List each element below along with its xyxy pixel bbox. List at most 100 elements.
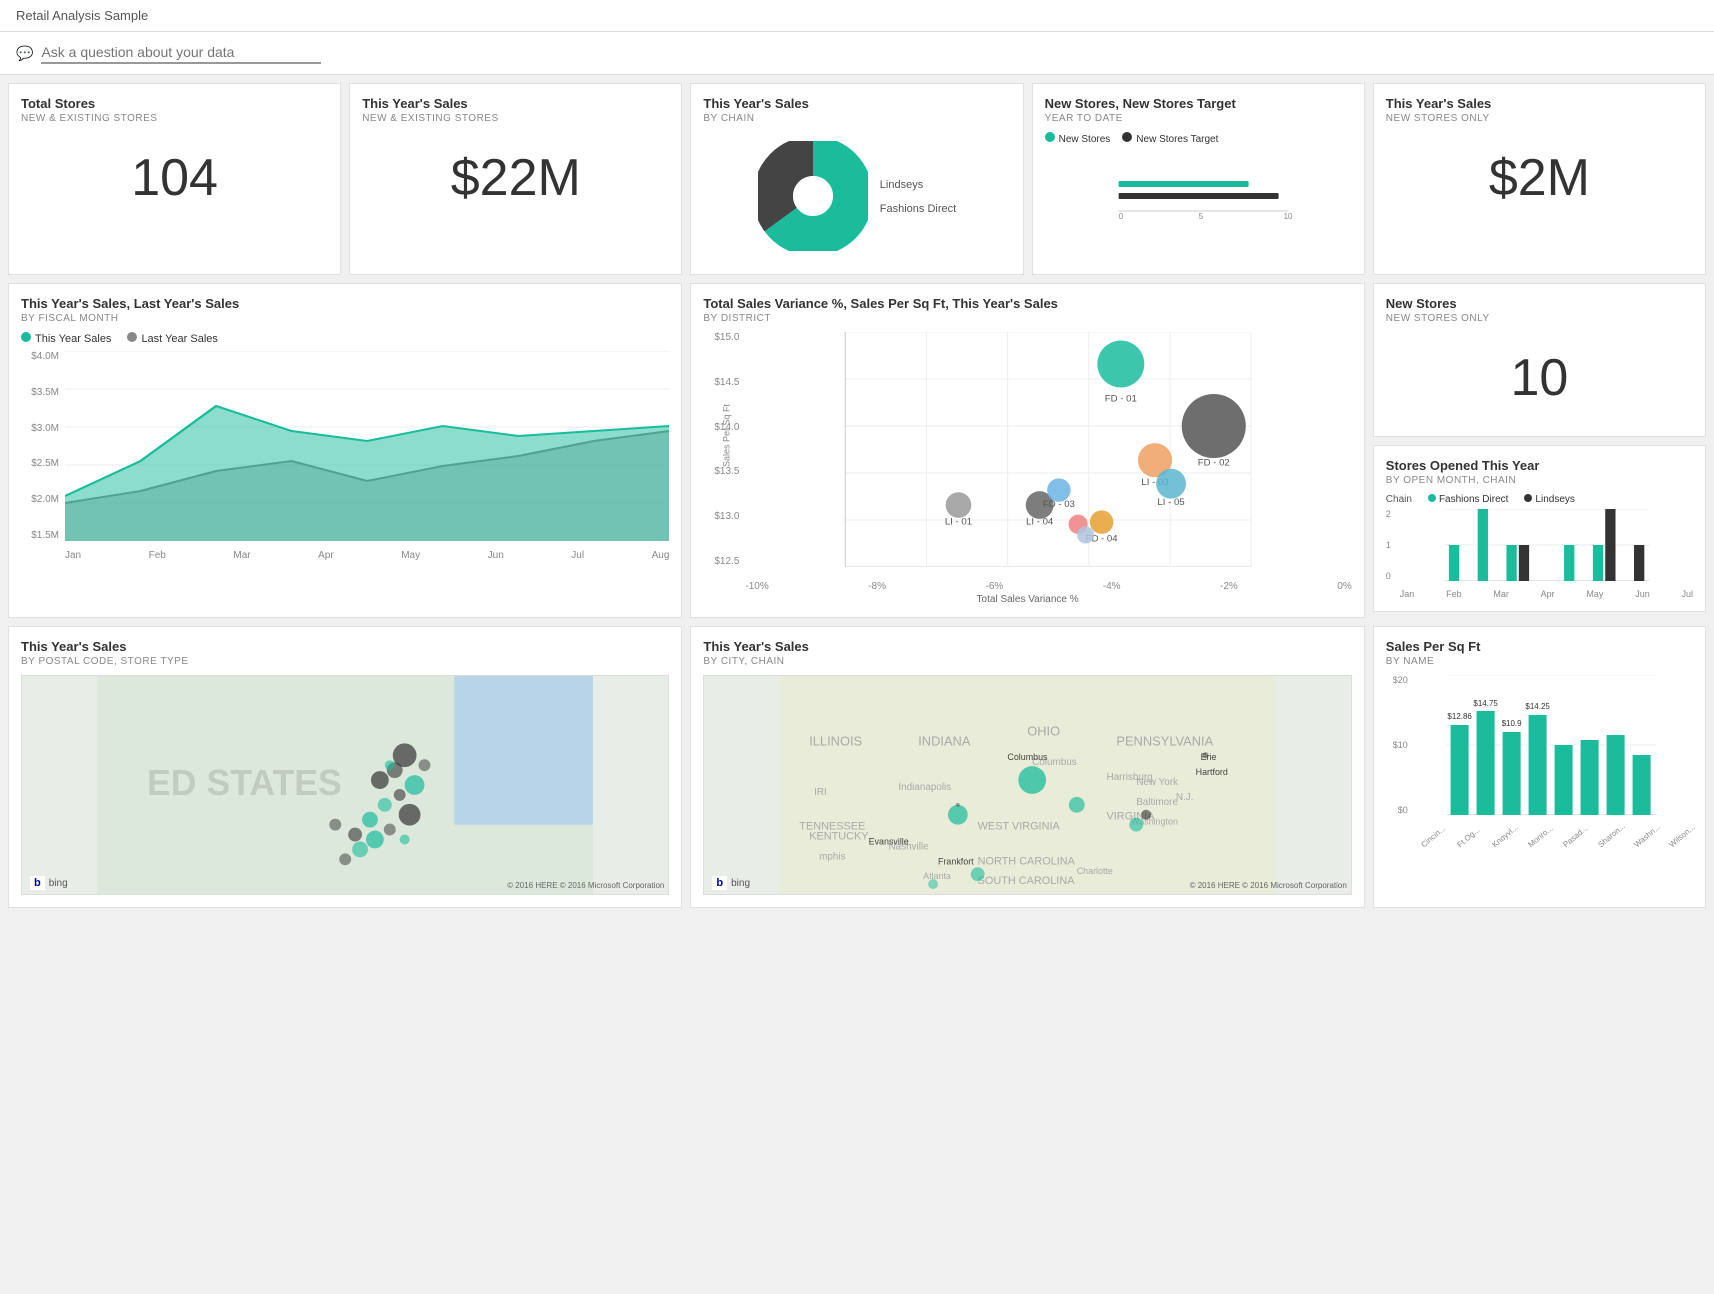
dashboard: Total Stores NEW & EXISTING STORES 104 T…: [0, 75, 1714, 916]
total-stores-value: 104: [21, 132, 328, 224]
svg-text:Evansville: Evansville: [869, 836, 909, 846]
sqft-bar-svg: $12.86 $14.75 $10.9 $14.25: [1410, 675, 1693, 815]
svg-text:ED STATES: ED STATES: [147, 763, 342, 803]
svg-text:TENNESSEE: TENNESSEE: [800, 821, 866, 833]
sales-chain-subtitle: BY CHAIN: [703, 113, 1010, 124]
sales-ne-title: This Year's Sales: [362, 96, 669, 111]
city-copyright: © 2016 HERE © 2016 Microsoft Corporation: [1190, 881, 1347, 890]
svg-text:10: 10: [1283, 212, 1292, 221]
postal-map: ED STATES: [21, 675, 669, 895]
postal-subtitle: BY POSTAL CODE, STORE TYPE: [21, 656, 669, 667]
variance-title: Total Sales Variance %, Sales Per Sq Ft,…: [703, 296, 1351, 311]
svg-text:Columbus: Columbus: [1008, 752, 1049, 762]
scatter-x-label: Total Sales Variance %: [703, 594, 1351, 605]
legend-last-year: Last Year Sales: [127, 332, 217, 345]
legend-new-stores: New Stores: [1045, 132, 1111, 145]
sales-chain-title: This Year's Sales: [703, 96, 1010, 111]
svg-text:NORTH CAROLINA: NORTH CAROLINA: [978, 855, 1076, 867]
card-total-stores: Total Stores NEW & EXISTING STORES 104: [8, 83, 341, 275]
svg-text:FD - 03: FD - 03: [1043, 499, 1075, 510]
svg-text:Indianapolis: Indianapolis: [899, 782, 952, 793]
scatter-svg: FD - 01 FD - 02 LI - 03 LI - 04 LI - 01: [745, 332, 1351, 567]
sqft-title: Sales Per Sq Ft: [1386, 639, 1693, 654]
card-new-stores-count: New Stores NEW STORES ONLY 10: [1373, 283, 1706, 437]
qa-bar: 💬: [0, 32, 1714, 75]
qa-icon: 💬: [16, 45, 33, 62]
svg-text:Atlanta: Atlanta: [924, 871, 952, 881]
sales-ne-subtitle: NEW & EXISTING STORES: [362, 113, 669, 124]
card-city-chain: This Year's Sales BY CITY, CHAIN ILLINOI…: [690, 626, 1364, 908]
svg-text:PENNSYLVANIA: PENNSYLVANIA: [1117, 733, 1214, 748]
nst-subtitle: YEAR TO DATE: [1045, 113, 1352, 124]
new-stores-value: 10: [1386, 332, 1693, 424]
svg-text:WEST VIRGINIA: WEST VIRGINIA: [978, 821, 1061, 833]
legend-this-year: This Year Sales: [21, 332, 111, 345]
legend-chain: Chain: [1386, 494, 1412, 505]
svg-text:N.J.: N.J.: [1176, 792, 1194, 803]
scatter-chart: $15.0$14.5$14.0$13.5$13.0$12.5: [703, 332, 1351, 592]
total-stores-subtitle: NEW & EXISTING STORES: [21, 113, 328, 124]
svg-text:Hartford: Hartford: [1196, 767, 1228, 777]
svg-text:$10.9: $10.9: [1501, 719, 1522, 728]
svg-text:Harrisburg: Harrisburg: [1107, 772, 1153, 783]
app-title: Retail Analysis Sample: [16, 8, 148, 23]
svg-text:LI - 01: LI - 01: [945, 516, 972, 527]
qa-input[interactable]: [41, 42, 321, 64]
chain-label-fashions: Fashions Direct: [880, 203, 956, 215]
svg-text:IRI: IRI: [815, 787, 828, 798]
svg-text:Frankfort: Frankfort: [938, 856, 974, 866]
variance-subtitle: BY DISTRICT: [703, 313, 1351, 324]
sales-new-title: This Year's Sales: [1386, 96, 1693, 111]
svg-text:LI - 04: LI - 04: [1026, 516, 1054, 527]
svg-text:INDIANA: INDIANA: [919, 733, 972, 748]
opened-subtitle: BY OPEN MONTH, CHAIN: [1386, 475, 1693, 486]
sqft-subtitle: BY NAME: [1386, 656, 1693, 667]
pie-svg: [758, 141, 868, 251]
city-subtitle: BY CITY, CHAIN: [703, 656, 1351, 667]
new-stores-title: New Stores: [1386, 296, 1693, 311]
postal-copyright: © 2016 HERE © 2016 Microsoft Corporation: [507, 881, 664, 890]
fiscal-title: This Year's Sales, Last Year's Sales: [21, 296, 669, 311]
opened-bar-svg: [1400, 509, 1693, 581]
line-chart-svg: [65, 351, 669, 541]
sqft-chart: $20$10$0 $12.86 $14.75 $10.9 $14.25: [1386, 675, 1693, 845]
card-variance: Total Sales Variance %, Sales Per Sq Ft,…: [690, 283, 1364, 618]
legend-li: Lindseys: [1524, 494, 1574, 505]
svg-text:Charlotte: Charlotte: [1077, 866, 1113, 876]
city-map: ILLINOIS INDIANA OHIO PENNSYLVANIA IRI N…: [703, 675, 1351, 895]
fiscal-subtitle: BY FISCAL MONTH: [21, 313, 669, 324]
card-sales-per-sqft: Sales Per Sq Ft BY NAME $20$10$0 $12.86 …: [1373, 626, 1706, 908]
city-map-svg: ILLINOIS INDIANA OHIO PENNSYLVANIA IRI N…: [704, 676, 1350, 894]
svg-text:mphis: mphis: [820, 851, 846, 862]
legend-target: New Stores Target: [1122, 132, 1218, 145]
svg-text:Baltimore: Baltimore: [1137, 797, 1179, 808]
bing-logo-postal: b bing: [30, 876, 68, 890]
legend-fd: Fashions Direct: [1428, 494, 1508, 505]
card-new-stores-target: New Stores, New Stores Target YEAR TO DA…: [1032, 83, 1365, 275]
svg-text:LI - 05: LI - 05: [1158, 497, 1185, 508]
svg-text:OHIO: OHIO: [1028, 723, 1061, 738]
card-sales-by-chain: This Year's Sales BY CHAIN Lindseys Fas: [690, 83, 1023, 275]
card-fiscal-month: This Year's Sales, Last Year's Sales BY …: [8, 283, 682, 618]
pie-chart: Lindseys Fashions Direct: [703, 132, 1010, 262]
opened-bar-chart: 210: [1386, 509, 1693, 599]
card-sales-new-only: This Year's Sales NEW STORES ONLY $2M: [1373, 83, 1706, 275]
card-new-stores-panel: New Stores NEW STORES ONLY 10 Stores Ope…: [1373, 283, 1706, 618]
total-stores-title: Total Stores: [21, 96, 328, 111]
svg-text:ILLINOIS: ILLINOIS: [810, 733, 863, 748]
nst-title: New Stores, New Stores Target: [1045, 96, 1352, 111]
card-stores-opened: Stores Opened This Year BY OPEN MONTH, C…: [1373, 445, 1706, 612]
postal-map-svg: ED STATES: [22, 676, 668, 894]
svg-text:Erie: Erie: [1201, 752, 1217, 762]
card-postal: This Year's Sales BY POSTAL CODE, STORE …: [8, 626, 682, 908]
opened-title: Stores Opened This Year: [1386, 458, 1693, 473]
svg-text:$12.86: $12.86: [1447, 712, 1472, 721]
svg-text:FD - 02: FD - 02: [1198, 458, 1230, 469]
chain-label-lindseys: Lindseys: [880, 179, 956, 191]
bing-logo-city: b bing: [712, 876, 750, 890]
sales-ne-value: $22M: [362, 132, 669, 224]
opened-legend: Chain Fashions Direct Lindseys: [1386, 494, 1693, 505]
card-sales-new-existing: This Year's Sales NEW & EXISTING STORES …: [349, 83, 682, 275]
svg-text:5: 5: [1198, 212, 1203, 221]
svg-text:0: 0: [1118, 212, 1123, 221]
